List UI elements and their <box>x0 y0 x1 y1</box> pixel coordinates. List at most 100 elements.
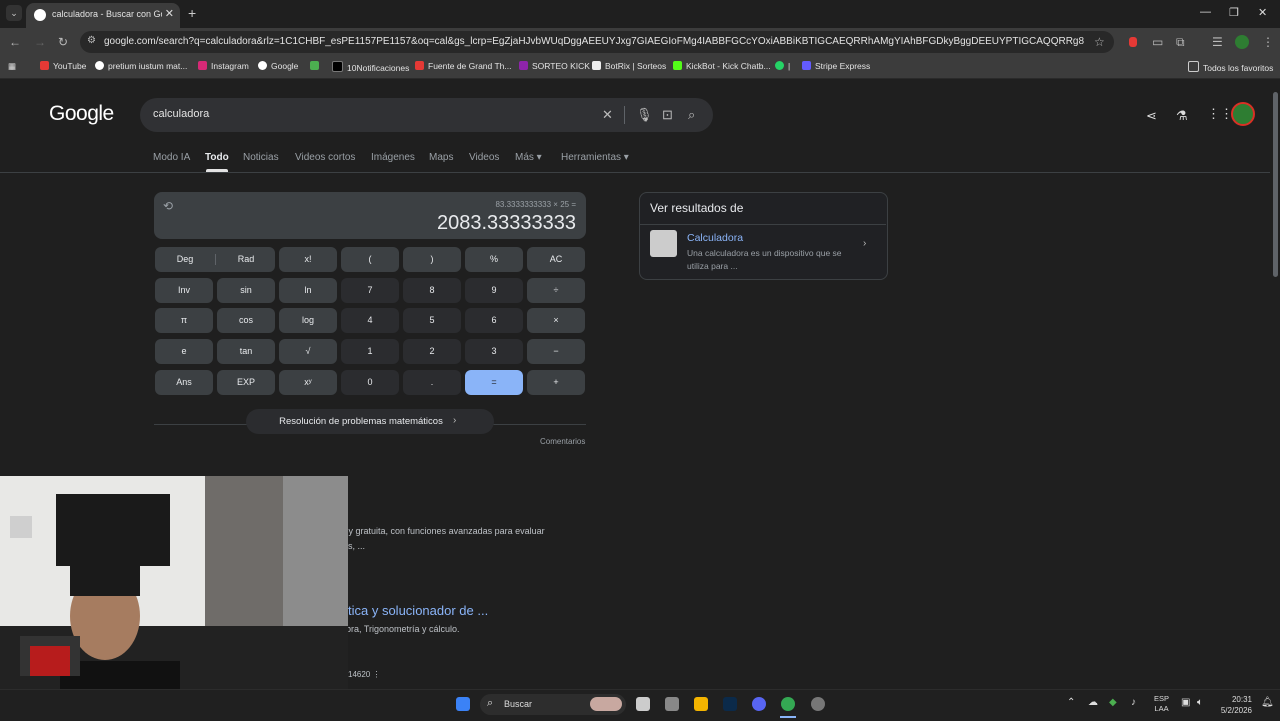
restore-icon[interactable]: ❐ <box>1229 6 1239 19</box>
key-digit-1-button[interactable]: 1 <box>341 339 399 364</box>
key-factorial-button[interactable]: x! <box>279 247 337 272</box>
network-icon[interactable]: ▣ <box>1181 697 1190 708</box>
key-digit-5-button[interactable]: 5 <box>403 308 461 333</box>
tab-noticias[interactable]: Noticias <box>243 152 279 163</box>
extension-icon[interactable] <box>1129 37 1137 47</box>
key-ans-button[interactable]: Ans <box>155 370 213 395</box>
bookmark-whatsapp[interactable]: | <box>775 61 790 71</box>
task-view-icon[interactable] <box>636 697 650 711</box>
browser-tab[interactable]: calculadora - Buscar con Googl ✕ <box>26 3 180 28</box>
feedback-link[interactable]: Comentarios <box>540 437 585 446</box>
bookmark-fuente[interactable]: Fuente de Grand Th... <box>415 61 511 71</box>
scrollbar-thumb[interactable] <box>1273 92 1278 277</box>
key-digit-7-button[interactable]: 7 <box>341 278 399 303</box>
tab-modo-ia[interactable]: Modo IA <box>153 152 190 163</box>
chrome-icon[interactable] <box>781 697 795 711</box>
key-plus-button[interactable]: + <box>527 370 585 395</box>
key-digit-0-button[interactable]: 0 <box>341 370 399 395</box>
key-open-paren-button[interactable]: ( <box>341 247 399 272</box>
result-title-link[interactable]: tica y solucionador de ... <box>348 603 488 618</box>
search-icon[interactable]: ⌕ <box>688 107 695 123</box>
key-close-paren-button[interactable]: ) <box>403 247 461 272</box>
key-digit-6-button[interactable]: 6 <box>465 308 523 333</box>
key-digit-8-button[interactable]: 8 <box>403 278 461 303</box>
key-pi-button[interactable]: π <box>155 308 213 333</box>
new-tab-button[interactable]: + <box>188 5 196 21</box>
tab-maps[interactable]: Maps <box>429 152 453 163</box>
bookmark-sorteo-kick[interactable]: SORTEO KICK <box>519 61 590 71</box>
rad-button[interactable]: Rad <box>216 247 276 272</box>
profile-avatar[interactable] <box>1235 35 1249 49</box>
notifications-icon[interactable]: 🔔︎ <box>1261 697 1274 708</box>
apps-grid-icon[interactable]: ⋮⋮ <box>1207 106 1233 122</box>
key-percent-button[interactable]: % <box>465 247 523 272</box>
key-multiply-button[interactable]: × <box>527 308 585 333</box>
app-icon[interactable] <box>811 697 825 711</box>
key-digit-3-button[interactable]: 3 <box>465 339 523 364</box>
history-icon[interactable]: ⟲ <box>163 199 173 213</box>
discord-icon[interactable] <box>752 697 766 711</box>
clock[interactable]: 20:31 5/2/2026 <box>1216 694 1252 716</box>
key-e-button[interactable]: e <box>155 339 213 364</box>
key-clear-all-button[interactable]: AC <box>527 247 585 272</box>
clear-icon[interactable]: ✕ <box>602 107 613 123</box>
volume-icon[interactable]: 🔈︎ <box>1197 697 1203 708</box>
search-input[interactable]: calculadora <box>153 108 209 120</box>
calculadora-link[interactable]: Calculadora <box>687 232 743 244</box>
file-explorer-icon[interactable] <box>694 697 708 711</box>
extension-icon[interactable]: ▭ <box>1152 35 1163 49</box>
chevron-up-icon[interactable]: ⌃ <box>1067 697 1075 708</box>
share-icon[interactable]: ⋖ <box>1146 108 1157 124</box>
key-power-button[interactable]: xʸ <box>279 370 337 395</box>
bookmark-youtube[interactable]: YouTube <box>40 61 86 71</box>
extensions-puzzle-icon[interactable]: ⧉ <box>1176 35 1185 50</box>
key-sin-button[interactable]: sin <box>217 278 275 303</box>
language-indicator[interactable]: ESP LAA <box>1154 694 1169 714</box>
bookmark-instagram[interactable]: Instagram <box>198 61 249 71</box>
search-box[interactable] <box>140 98 713 132</box>
tab-imagenes[interactable]: Imágenes <box>371 152 415 163</box>
key-digit-2-button[interactable]: 2 <box>403 339 461 364</box>
url-text[interactable]: google.com/search?q=calculadora&rlz=1C1C… <box>104 36 1084 47</box>
close-window-icon[interactable]: ✕ <box>1258 6 1267 19</box>
key-decimal-button[interactable]: . <box>403 370 461 395</box>
tab-search-icon[interactable]: ⌄ <box>6 5 22 21</box>
tab-videos-cortos[interactable]: Videos cortos <box>295 152 355 163</box>
labs-flask-icon[interactable]: ⚗ <box>1176 108 1188 124</box>
minimize-icon[interactable]: — <box>1200 6 1211 18</box>
avatar[interactable] <box>1231 102 1255 126</box>
chevron-right-icon[interactable]: › <box>863 238 866 249</box>
key-sqrt-button[interactable]: √ <box>279 339 337 364</box>
google-logo[interactable]: Google <box>49 102 114 126</box>
bookmark-kickbot[interactable]: KickBot - Kick Chatb... <box>673 61 771 71</box>
key-digit-9-button[interactable]: 9 <box>465 278 523 303</box>
mic-icon[interactable]: ♪ <box>1131 697 1136 708</box>
key-divide-button[interactable]: ÷ <box>527 278 585 303</box>
photoshop-icon[interactable] <box>723 697 737 711</box>
tab-videos[interactable]: Videos <box>469 152 499 163</box>
bookmark-10notificaciones[interactable]: 10Notificaciones <box>332 61 409 73</box>
menu-dots-icon[interactable]: ⋮ <box>1262 35 1274 49</box>
reading-list-icon[interactable]: ☰ <box>1212 35 1223 49</box>
close-tab-icon[interactable]: ✕ <box>165 7 174 20</box>
cloud-icon[interactable]: ☁ <box>1088 697 1098 708</box>
deg-button[interactable]: Deg <box>155 247 215 272</box>
tray-app-icon[interactable]: ◆ <box>1109 697 1117 708</box>
calculator-thumbnail[interactable] <box>650 230 677 257</box>
apps-grid-icon[interactable]: ▦ <box>8 61 16 72</box>
bookmark-google[interactable]: Google <box>258 61 298 71</box>
bookmark-stripe[interactable]: Stripe Express <box>802 61 870 71</box>
bookmark-icon-only[interactable] <box>310 61 323 71</box>
bookmark-botrix[interactable]: BotRix | Sorteos <box>592 61 666 71</box>
lens-icon[interactable]: ⊡ <box>662 107 673 123</box>
key-digit-4-button[interactable]: 4 <box>341 308 399 333</box>
bookmark-star-icon[interactable]: ☆ <box>1094 35 1105 49</box>
bookmark-pretium[interactable]: pretium iustum mat... <box>95 61 187 71</box>
tab-mas[interactable]: Más ▾ <box>515 152 542 163</box>
key-ln-button[interactable]: ln <box>279 278 337 303</box>
key-inverse-button[interactable]: Inv <box>155 278 213 303</box>
key-tan-button[interactable]: tan <box>217 339 275 364</box>
key-equals-button[interactable]: = <box>465 370 523 395</box>
app-icon[interactable] <box>665 697 679 711</box>
windows-start-icon[interactable] <box>456 697 470 711</box>
